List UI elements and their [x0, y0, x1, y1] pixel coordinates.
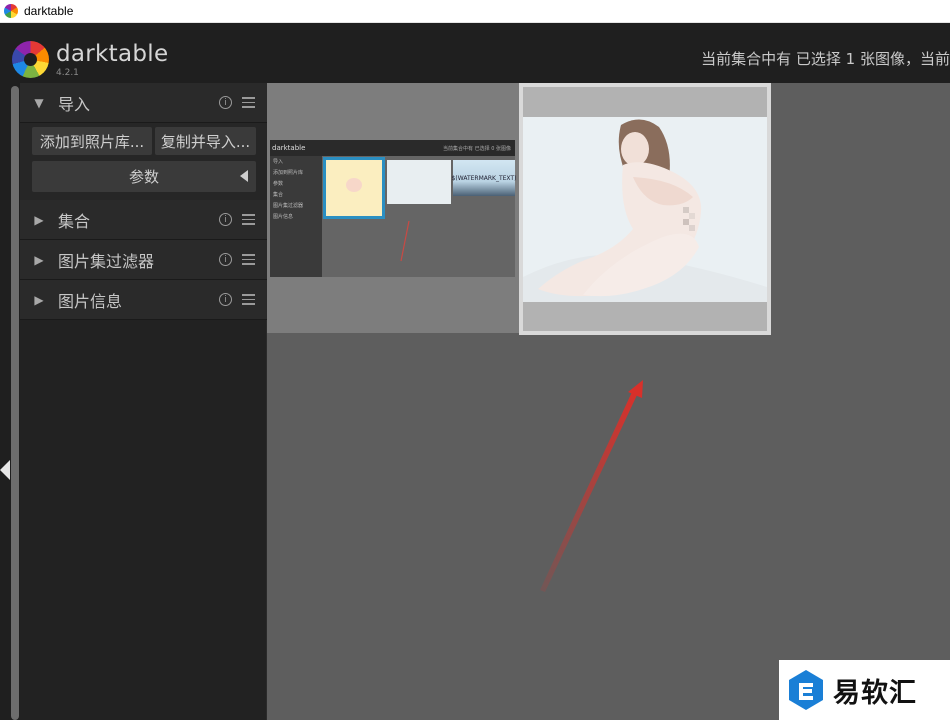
thumbnail-frame — [523, 87, 767, 331]
expand-arrow-right-icon[interactable]: ▶ — [20, 253, 58, 267]
module-label: 图片集过滤器 — [58, 251, 155, 271]
darktable-app-icon — [4, 4, 18, 18]
module-collections[interactable]: ▶ 集合 i — [20, 200, 267, 240]
info-icon[interactable]: i — [219, 293, 232, 306]
darktable-logo-icon — [12, 41, 49, 78]
thumbnail-photo-selected[interactable] — [519, 83, 771, 335]
app-header: darktable 4.2.1 当前集合中有 已选择 1 张图像，当前 — [0, 23, 950, 83]
add-to-library-button[interactable]: 添加到照片库... — [32, 127, 152, 155]
copy-and-import-button[interactable]: 复制并导入... — [155, 127, 256, 155]
mini-red-arrow-icon — [400, 220, 410, 262]
lighttable-area[interactable]: darktable 当前集合中有 已选择 0 张图像 导入 添加到照片库 参数 … — [267, 83, 950, 720]
module-label: 集合 — [58, 211, 91, 231]
info-icon[interactable]: i — [219, 213, 232, 226]
info-icon[interactable]: i — [219, 253, 232, 266]
selection-status: 当前集合中有 已选择 1 张图像，当前 — [701, 50, 950, 68]
expand-arrow-down-icon[interactable]: ▼ — [20, 96, 58, 110]
module-label: 导入 — [58, 94, 91, 114]
presets-menu-icon[interactable] — [242, 97, 255, 108]
watermark-text: 易软汇 — [833, 677, 917, 709]
caret-left-icon — [240, 170, 248, 182]
module-collection-filters[interactable]: ▶ 图片集过滤器 i — [20, 240, 267, 280]
import-module-body: 添加到照片库... 复制并导入... 参数 — [20, 123, 267, 200]
os-titlebar: darktable — [0, 0, 950, 23]
brand-name: darktable — [56, 41, 169, 67]
presets-menu-icon[interactable] — [242, 254, 255, 265]
info-icon[interactable]: i — [219, 96, 232, 109]
module-image-information[interactable]: ▶ 图片信息 i — [20, 280, 267, 320]
parameters-label: 参数 — [128, 168, 159, 186]
photo-woman-illustration — [523, 117, 767, 302]
module-label: 图片信息 — [58, 291, 123, 311]
left-panel-scrollbar[interactable] — [11, 86, 19, 720]
left-panel: ▼ 导入 i 添加到照片库... 复制并导入... 参数 ▶ 集合 i ▶ 图片… — [20, 83, 267, 720]
watermark-badge: 易软汇 — [779, 660, 950, 720]
collapse-left-panel-icon[interactable] — [0, 460, 10, 480]
watermark-logo-icon — [789, 670, 823, 710]
thumbnail-screenshot[interactable]: darktable 当前集合中有 已选择 0 张图像 导入 添加到照片库 参数 … — [267, 83, 519, 333]
photo-image — [523, 117, 767, 302]
parameters-button[interactable]: 参数 — [32, 161, 256, 192]
expand-arrow-right-icon[interactable]: ▶ — [20, 293, 58, 307]
module-import[interactable]: ▼ 导入 i — [20, 83, 267, 123]
presets-menu-icon[interactable] — [242, 294, 255, 305]
expand-arrow-right-icon[interactable]: ▶ — [20, 213, 58, 227]
screen: darktable darktable 4.2.1 当前集合中有 已选择 1 张… — [0, 0, 950, 720]
presets-menu-icon[interactable] — [242, 214, 255, 225]
window-title: darktable — [24, 4, 74, 18]
version-label: 4.2.1 — [56, 68, 79, 78]
